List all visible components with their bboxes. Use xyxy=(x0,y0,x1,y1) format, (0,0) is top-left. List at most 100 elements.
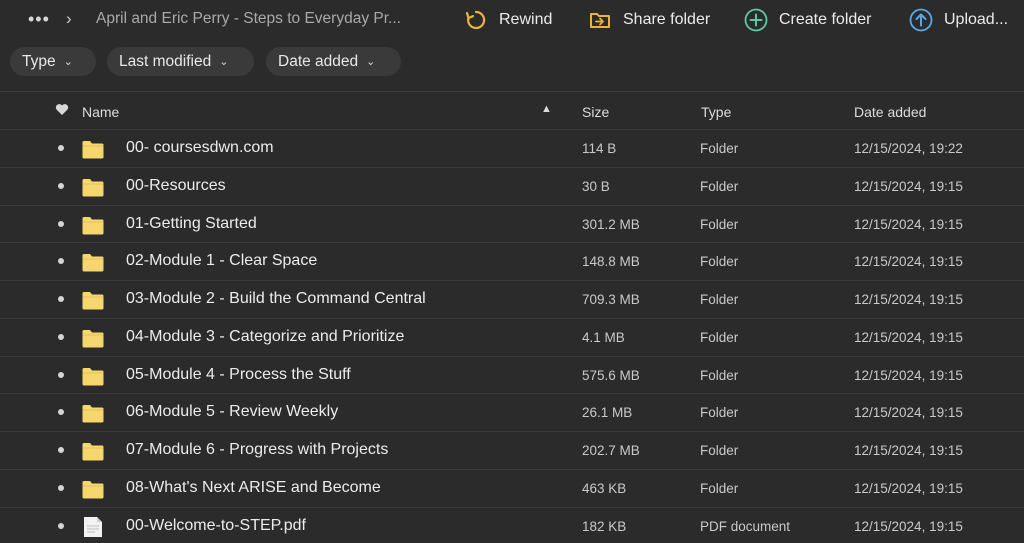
table-header: Name ▲ Size Type Date added xyxy=(0,92,1024,130)
file-date-added: 12/15/2024, 19:15 xyxy=(854,480,963,496)
file-size: 148.8 MB xyxy=(582,254,640,270)
file-size: 26.1 MB xyxy=(582,405,633,421)
column-header-type[interactable]: Type xyxy=(701,104,731,120)
share-folder-button[interactable]: Share folder xyxy=(588,6,710,34)
file-size: 575.6 MB xyxy=(582,367,640,383)
table-row[interactable]: 03-Module 2 - Build the Command Central 7… xyxy=(0,280,1024,318)
file-name[interactable]: 05-Module 4 - Process the Stuff xyxy=(126,366,351,384)
file-date-added: 12/15/2024, 19:15 xyxy=(854,178,963,194)
bullet-icon xyxy=(58,371,64,378)
heart-icon[interactable] xyxy=(55,103,69,119)
file-type: Folder xyxy=(700,405,739,421)
table-row[interactable]: 00-Resources 30 B Folder 12/15/2024, 19:15 xyxy=(0,166,1024,205)
file-size: 463 KB xyxy=(582,480,627,496)
chevron-down-icon: ⌄ xyxy=(63,56,73,68)
file-name[interactable]: 00-Welcome-to-STEP.pdf xyxy=(126,517,306,535)
chevron-down-icon: ⌄ xyxy=(219,56,229,68)
file-name[interactable]: 00-Resources xyxy=(126,177,226,195)
table-row[interactable]: 00- coursesdwn.com 114 B Folder 12/15/2024,… xyxy=(0,129,1024,167)
breadcrumb[interactable]: April and Eric Perry - Steps to Everyday… xyxy=(96,10,401,28)
file-size: 202.7 MB xyxy=(582,443,640,458)
column-header-name[interactable]: Name xyxy=(82,104,119,120)
column-header-size[interactable]: Size xyxy=(582,104,609,120)
file-date-added: 12/15/2024, 19:15 xyxy=(854,518,963,534)
sort-ascending-icon[interactable]: ▲ xyxy=(541,103,552,115)
file-size: 301.2 MB xyxy=(582,216,640,232)
bullet-icon xyxy=(58,258,64,265)
file-date-added: 12/15/2024, 19:15 xyxy=(854,329,963,345)
file-name[interactable]: 04-Module 3 - Categorize and Prioritize xyxy=(126,328,404,346)
file-type: Folder xyxy=(700,443,739,458)
file-type: PDF document xyxy=(700,518,791,534)
file-name[interactable]: 02-Module 1 - Clear Space xyxy=(126,252,317,270)
bullet-icon xyxy=(58,145,64,151)
create-folder-label: Create folder xyxy=(779,11,872,28)
create-folder-button[interactable]: Create folder xyxy=(744,6,872,34)
file-name[interactable]: 01-Getting Started xyxy=(126,215,257,233)
file-type: Folder xyxy=(700,141,739,156)
pdf-file-icon xyxy=(82,516,104,537)
share-folder-label: Share folder xyxy=(623,11,711,28)
file-date-added: 12/15/2024, 19:15 xyxy=(854,367,963,383)
upload-button[interactable]: Upload... xyxy=(909,6,1008,34)
file-type: Folder xyxy=(700,254,739,270)
bullet-icon xyxy=(58,333,64,340)
file-size: 709.3 MB xyxy=(582,292,640,307)
table-row[interactable]: 00-Welcome-to-STEP.pdf 182 KB PDF document… xyxy=(0,506,1024,543)
rewind-icon xyxy=(464,8,488,32)
folder-icon xyxy=(82,291,104,310)
file-name[interactable]: 07-Module 6 - Progress with Projects xyxy=(126,441,388,459)
table-row[interactable]: 01-Getting Started 301.2 MB Folder 12/15/20… xyxy=(0,204,1024,243)
file-name[interactable]: 06-Module 5 - Review Weekly xyxy=(126,403,338,421)
chevron-right-icon: › xyxy=(66,9,72,28)
table-row[interactable]: 04-Module 3 - Categorize and Prioritize 4… xyxy=(0,317,1024,356)
folder-icon xyxy=(82,480,104,499)
file-type: Folder xyxy=(700,329,739,345)
folder-icon xyxy=(82,442,104,461)
folder-icon xyxy=(82,140,104,159)
share-folder-icon xyxy=(588,8,612,32)
date-added-filter[interactable]: Date added ⌄ xyxy=(266,47,401,76)
file-date-added: 12/15/2024, 19:15 xyxy=(854,254,963,270)
file-name[interactable]: 08-What's Next ARISE and Become xyxy=(126,479,381,497)
upload-label: Upload... xyxy=(944,11,1009,28)
folder-icon xyxy=(82,253,104,272)
file-size: 182 KB xyxy=(582,518,627,534)
folder-icon xyxy=(82,404,104,423)
last-modified-filter[interactable]: Last modified ⌄ xyxy=(107,47,254,76)
folder-icon xyxy=(82,367,104,386)
file-type: Folder xyxy=(700,178,739,194)
file-date-added: 12/15/2024, 19:15 xyxy=(854,405,963,421)
table-row[interactable]: 06-Module 5 - Review Weekly 26.1 MB Folder… xyxy=(0,393,1024,431)
folder-icon xyxy=(82,216,104,235)
date-added-filter-label: Date added xyxy=(278,52,359,70)
upload-icon xyxy=(909,8,933,32)
folder-icon xyxy=(82,178,104,197)
folder-icon xyxy=(82,329,104,348)
bullet-icon xyxy=(58,296,64,302)
file-list: 00- coursesdwn.com 114 B Folder 12/15/2024,… xyxy=(0,129,1024,543)
file-type: Folder xyxy=(700,292,739,307)
file-name[interactable]: 03-Module 2 - Build the Command Central xyxy=(126,290,426,308)
file-date-added: 12/15/2024, 19:15 xyxy=(854,443,963,458)
table-row[interactable]: 05-Module 4 - Process the Stuff 575.6 MB F… xyxy=(0,355,1024,394)
bullet-icon xyxy=(58,484,64,491)
file-size: 30 B xyxy=(582,178,610,194)
file-date-added: 12/15/2024, 19:15 xyxy=(854,216,963,232)
bullet-icon xyxy=(58,182,64,189)
plus-circle-icon xyxy=(744,8,768,32)
bullet-icon xyxy=(58,409,64,416)
file-size: 114 B xyxy=(582,141,617,156)
type-filter[interactable]: Type ⌄ xyxy=(10,47,96,76)
file-type: Folder xyxy=(700,216,739,232)
table-row[interactable]: 02-Module 1 - Clear Space 148.8 MB Folder 1… xyxy=(0,242,1024,280)
file-type: Folder xyxy=(700,367,739,383)
file-size: 4.1 MB xyxy=(582,329,625,345)
file-name[interactable]: 00- coursesdwn.com xyxy=(126,139,274,157)
table-row[interactable]: 07-Module 6 - Progress with Projects 202.… xyxy=(0,431,1024,469)
more-icon[interactable]: ••• xyxy=(28,9,50,30)
file-date-added: 12/15/2024, 19:15 xyxy=(854,292,963,307)
rewind-button[interactable]: Rewind xyxy=(464,6,552,34)
table-row[interactable]: 08-What's Next ARISE and Become 463 KB Fol… xyxy=(0,468,1024,507)
column-header-date-added[interactable]: Date added xyxy=(854,104,926,120)
